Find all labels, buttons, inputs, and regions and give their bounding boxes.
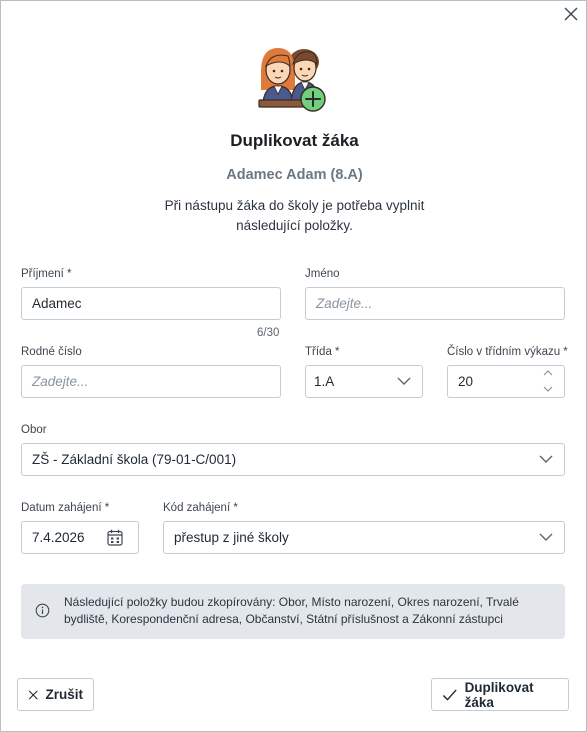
- student-name: Adamec Adam (8.A): [226, 167, 363, 183]
- field-of-study-select[interactable]: ZŠ - Základní škola (79-01-C/001): [21, 443, 565, 476]
- start-code-value: přestup z jiné školy: [174, 530, 289, 545]
- dialog-title: Duplikovat žáka: [230, 131, 359, 150]
- firstname-input[interactable]: Zadejte...: [305, 287, 565, 320]
- register-number-label: Číslo v třídním výkazu *: [447, 346, 568, 358]
- calendar-icon[interactable]: [107, 529, 123, 546]
- duplicate-student-button-label: Duplikovat žáka: [464, 679, 534, 710]
- increment-icon[interactable]: [543, 370, 553, 376]
- close-icon: [564, 7, 578, 21]
- students-add-icon: [258, 48, 326, 112]
- close-button[interactable]: [562, 5, 580, 23]
- firstname-label: Jméno: [305, 268, 340, 280]
- duplicate-student-dialog: Duplikovat žáka Adamec Adam (8.A) Při ná…: [0, 0, 587, 732]
- info-text: Následující položky budou zkopírovány: O…: [64, 595, 519, 626]
- dialog-description: Při nástupu žáka do školy je potřeba vyp…: [164, 198, 425, 233]
- class-label: Třída *: [305, 346, 340, 358]
- field-of-study-value: ZŠ - Základní škola (79-01-C/001): [32, 452, 237, 467]
- field-of-study-label: Obor: [21, 424, 47, 436]
- class-select-value: 1.A: [314, 374, 335, 389]
- decrement-icon[interactable]: [543, 386, 553, 392]
- chevron-down-icon: [539, 455, 553, 463]
- surname-char-counter: 6/30: [257, 327, 280, 339]
- check-icon: [442, 689, 457, 701]
- start-code-label: Kód zahájení *: [163, 502, 238, 514]
- duplicate-student-button[interactable]: Duplikovat žáka: [431, 678, 569, 711]
- cancel-button[interactable]: Zrušit: [17, 678, 94, 711]
- surname-label: Příjmení *: [21, 268, 72, 280]
- info-icon: [35, 603, 50, 618]
- chevron-down-icon: [397, 377, 411, 385]
- start-code-select[interactable]: přestup z jiné školy: [163, 521, 565, 554]
- start-date-value: 7.4.2026: [32, 530, 85, 545]
- close-icon: [28, 690, 38, 699]
- cancel-button-label: Zrušit: [45, 687, 83, 702]
- birth-number-input[interactable]: Zadejte...: [21, 365, 281, 398]
- surname-input[interactable]: Adamec: [21, 287, 281, 320]
- birth-number-label: Rodné číslo: [21, 346, 82, 358]
- info-box: Následující položky budou zkopírovány: O…: [21, 584, 565, 639]
- start-date-label: Datum zahájení *: [21, 502, 110, 514]
- chevron-down-icon: [539, 533, 553, 541]
